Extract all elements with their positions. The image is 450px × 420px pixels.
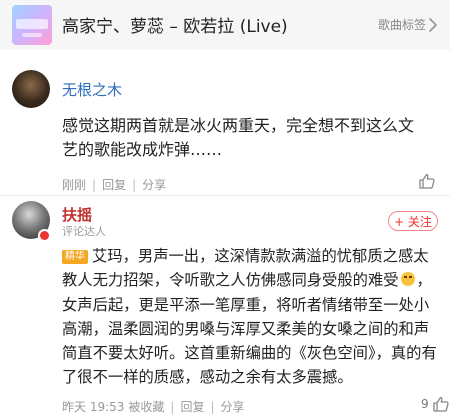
avatar[interactable] (12, 70, 50, 108)
comment-time: 刚刚 (62, 178, 87, 192)
comment-username[interactable]: 无根之木 (62, 79, 122, 100)
chevron-right-icon[interactable] (426, 15, 440, 35)
song-title: 高家宁、萝蕊 – 欧若拉 (Live) (62, 17, 288, 37)
follow-button[interactable]: + 关注 (388, 211, 438, 231)
pick-badge: 精华 (62, 250, 88, 264)
comment-status: 被收藏 (128, 400, 165, 414)
comment-time: 昨天 19:53 (62, 400, 125, 414)
like-count: 9 (421, 397, 429, 411)
share-button[interactable]: 分享 (142, 176, 166, 193)
song-tag-link[interactable]: 歌曲标签 (378, 16, 426, 33)
comment-text: 精华 艾玛，男声一出，这深情款款满溢的忧郁质之感太教人无力招架，令听歌之人仿佛感同… (62, 247, 437, 387)
like-button[interactable] (418, 172, 436, 190)
comment-text: 感觉这期两首就是冰火两重天，完全想不到这么文艺的歌能改成炸弹…… (62, 116, 415, 159)
divider (0, 195, 450, 196)
share-button[interactable]: 分享 (221, 398, 245, 415)
thumb-up-icon (419, 173, 435, 189)
reply-button[interactable]: 回复 (180, 398, 204, 415)
thumb-up-icon (432, 396, 449, 412)
verified-badge-icon (38, 229, 51, 242)
sad-emoji-icon (400, 272, 415, 287)
album-cover[interactable] (12, 5, 52, 45)
comment-meta: 昨天 19:53 被收藏 | 回复 | 分享 (62, 398, 245, 415)
reply-button[interactable]: 回复 (102, 176, 126, 193)
like-button[interactable]: 9 (421, 395, 450, 413)
comments-page: 高家宁、萝蕊 – 欧若拉 (Live) 歌曲标签 无根之木 感觉这期两首就是冰火… (0, 0, 450, 420)
user-role: 评论达人 (62, 225, 106, 238)
comment-username[interactable]: 扶摇 (62, 204, 92, 225)
comment-meta: 刚刚 | 回复 | 分享 (62, 176, 167, 193)
song-header[interactable]: 高家宁、萝蕊 – 欧若拉 (Live) 歌曲标签 (0, 0, 450, 50)
